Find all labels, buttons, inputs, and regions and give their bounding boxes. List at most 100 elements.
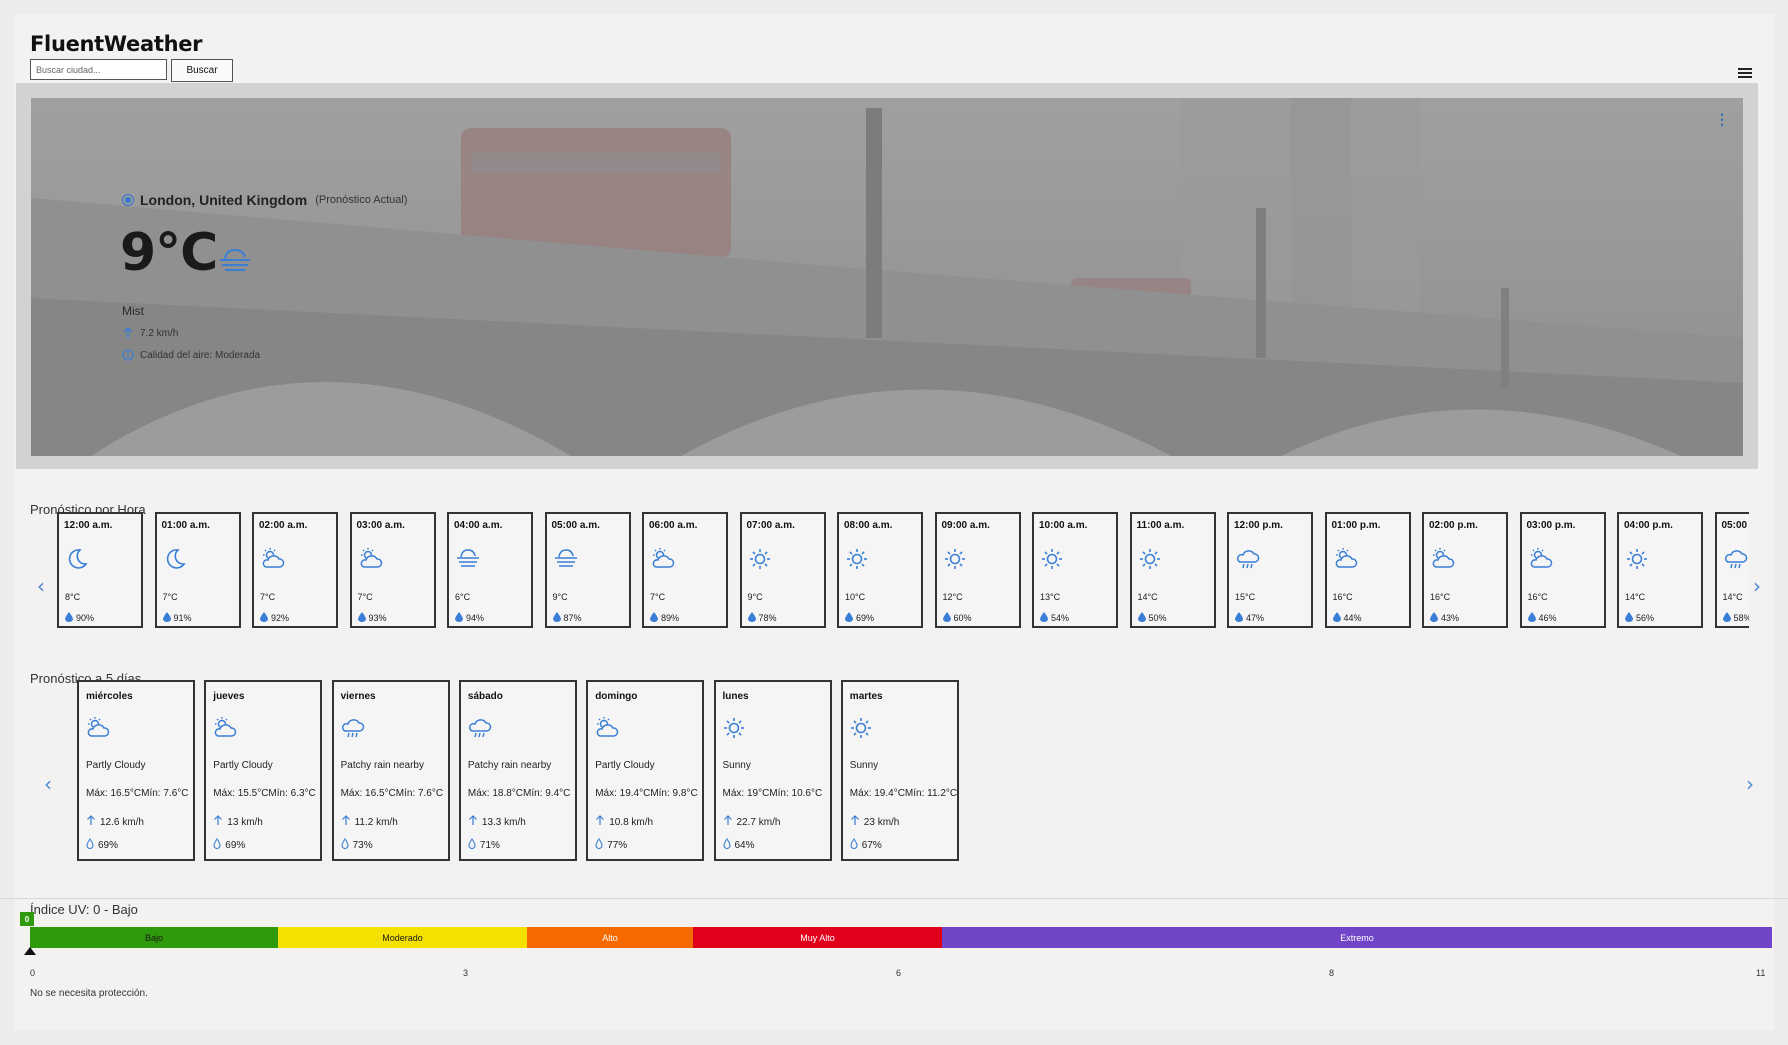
hourly-temp: 9°C bbox=[747, 592, 763, 602]
info-icon bbox=[122, 349, 134, 361]
hourly-humidity: 43% bbox=[1430, 612, 1459, 624]
current-condition: Mist bbox=[122, 304, 144, 318]
hourly-time: 06:00 a.m. bbox=[649, 520, 698, 531]
humidity-icon bbox=[1722, 612, 1731, 624]
partly-cloudy-icon bbox=[358, 547, 384, 576]
daily-minmax: Máx: 19°CMín: 10.6°C bbox=[722, 788, 823, 799]
hourly-humidity-value: 54% bbox=[1051, 613, 1070, 623]
partly-cloudy-icon bbox=[1430, 547, 1456, 576]
hourly-temp: 10°C bbox=[845, 592, 866, 602]
current-wind-value: 7.2 km/h bbox=[140, 327, 179, 339]
hourly-humidity: 91% bbox=[162, 612, 192, 624]
daily-card[interactable]: domingo Partly Cloudy Máx: 19.4°CMín: 9.8°… bbox=[586, 680, 705, 861]
hourly-humidity-value: 89% bbox=[661, 613, 680, 623]
daily-wind: 13 km/h bbox=[213, 815, 263, 829]
daily-condition: Patchy rain nearby bbox=[340, 760, 424, 771]
daily-condition: Partly Cloudy bbox=[213, 760, 273, 771]
daily-humidity: 64% bbox=[722, 838, 755, 852]
hourly-humidity: 47% bbox=[1235, 612, 1264, 624]
hourly-time: 04:00 a.m. bbox=[454, 520, 503, 531]
sun-icon bbox=[1040, 547, 1064, 576]
daily-wind: 13.3 km/h bbox=[468, 815, 526, 829]
hourly-card[interactable]: 02:00 a.m. 7°C 92% bbox=[252, 512, 338, 628]
hourly-card[interactable]: 05:00 a.m. 9°C 87% bbox=[544, 512, 631, 628]
sun-icon bbox=[849, 716, 873, 745]
hourly-card[interactable]: 09:00 a.m. 12°C 60% bbox=[934, 512, 1021, 628]
hourly-card[interactable]: 06:00 a.m. 7°C 89% bbox=[642, 512, 728, 628]
app-title: FluentWeather bbox=[30, 32, 203, 56]
hourly-card[interactable]: 04:00 a.m. 6°C 94% bbox=[447, 512, 533, 628]
daily-wind: 12.6 km/h bbox=[86, 815, 144, 829]
hourly-card[interactable]: 05:00 p.m. 14°C 58% bbox=[1714, 512, 1749, 628]
more-options-icon[interactable]: ⋮ bbox=[1715, 112, 1729, 126]
humidity-icon bbox=[1040, 612, 1048, 624]
hourly-temp: 14°C bbox=[1722, 592, 1743, 602]
daily-card[interactable]: sábado Patchy rain nearby Máx: 18.8°CMín: … bbox=[458, 680, 577, 861]
uv-segment: Bajo bbox=[30, 927, 278, 948]
wind-arrow-icon bbox=[123, 327, 133, 338]
daily-humidity-value: 69% bbox=[225, 839, 246, 851]
daily-next-arrow[interactable]: › bbox=[1746, 772, 1754, 796]
daily-minmax: Máx: 18.8°CMín: 9.4°C bbox=[467, 788, 571, 799]
mist-icon bbox=[217, 244, 253, 279]
hourly-temp: 14°C bbox=[1137, 592, 1158, 602]
hourly-humidity: 94% bbox=[455, 612, 484, 624]
search-input[interactable] bbox=[30, 59, 167, 80]
hourly-time: 01:00 a.m. bbox=[161, 520, 210, 531]
daily-condition: Partly Cloudy bbox=[595, 760, 655, 771]
hourly-temp: 15°C bbox=[1235, 592, 1256, 602]
humidity-icon bbox=[1625, 612, 1633, 624]
hourly-temp: 13°C bbox=[1040, 592, 1061, 602]
hourly-card[interactable]: 12:00 p.m. 15°C 47% bbox=[1227, 512, 1313, 628]
hourly-time: 05:00 a.m. bbox=[551, 520, 600, 531]
humidity-icon bbox=[595, 838, 603, 852]
hourly-card[interactable]: 10:00 a.m. 13°C 54% bbox=[1032, 512, 1118, 628]
uv-marker: 0 bbox=[20, 912, 34, 926]
hourly-card[interactable]: 03:00 p.m. 16°C 46% bbox=[1519, 512, 1606, 628]
daily-card[interactable]: jueves Partly Cloudy Máx: 15.5°CMín: 6.3°C… bbox=[204, 680, 323, 861]
hourly-humidity: 56% bbox=[1625, 612, 1654, 624]
hourly-temp: 14°C bbox=[1625, 592, 1646, 602]
daily-wind-value: 13.3 km/h bbox=[481, 816, 526, 828]
humidity-icon bbox=[722, 838, 731, 852]
location-note: (Pronóstico Actual) bbox=[315, 194, 408, 206]
hourly-humidity-value: 78% bbox=[758, 613, 777, 623]
humidity-icon bbox=[341, 838, 349, 852]
daily-card[interactable]: lunes Sunny Máx: 19°CMín: 10.6°C 22.7 km/h 6… bbox=[713, 680, 832, 861]
humidity-icon bbox=[65, 612, 73, 624]
hourly-next-arrow[interactable]: › bbox=[1753, 574, 1761, 598]
uv-segment: Muy Alto bbox=[693, 927, 942, 948]
daily-card[interactable]: miércoles Partly Cloudy Máx: 16.5°CMín: 7.… bbox=[77, 680, 195, 861]
daily-day: martes bbox=[849, 691, 883, 702]
daily-prev-arrow[interactable]: ‹ bbox=[44, 772, 52, 796]
hourly-temp: 12°C bbox=[942, 592, 963, 602]
hourly-card[interactable]: 07:00 a.m. 9°C 78% bbox=[739, 512, 826, 628]
daily-card[interactable]: viernes Patchy rain nearby Máx: 16.5°CMín:… bbox=[331, 680, 450, 861]
mist-icon bbox=[455, 547, 481, 574]
hamburger-icon[interactable] bbox=[1738, 68, 1752, 78]
hourly-humidity-value: 60% bbox=[953, 613, 972, 623]
hourly-card[interactable]: 11:00 a.m. 14°C 50% bbox=[1129, 512, 1216, 628]
hourly-card[interactable]: 12:00 a.m. 8°C 90% bbox=[57, 512, 143, 628]
hourly-temp: 9°C bbox=[552, 592, 568, 602]
uv-note: No se necesita protección. bbox=[30, 988, 148, 999]
daily-day: domingo bbox=[595, 691, 638, 702]
daily-card[interactable]: martes Sunny Máx: 19.4°CMín: 11.2°C 23 km/h… bbox=[840, 680, 959, 861]
partly-cloudy-icon bbox=[260, 547, 286, 576]
wind-arrow-icon bbox=[213, 815, 223, 829]
air-quality-value: Calidad del aire: Moderada bbox=[140, 349, 261, 361]
hourly-card[interactable]: 02:00 p.m. 16°C 43% bbox=[1422, 512, 1508, 628]
hourly-card[interactable]: 04:00 p.m. 14°C 56% bbox=[1617, 512, 1703, 628]
air-quality: Calidad del aire: Moderada bbox=[122, 349, 260, 361]
hourly-card[interactable]: 01:00 p.m. 16°C 44% bbox=[1324, 512, 1411, 628]
rain-icon bbox=[467, 716, 493, 745]
uv-segment: Alto bbox=[527, 927, 693, 948]
hourly-card[interactable]: 03:00 a.m. 7°C 93% bbox=[349, 512, 436, 628]
uv-title: Índice UV: 0 - Bajo bbox=[30, 902, 138, 917]
sun-icon bbox=[1138, 547, 1162, 576]
search-button[interactable]: Buscar bbox=[171, 59, 233, 82]
hourly-card[interactable]: 08:00 a.m. 10°C 69% bbox=[837, 512, 923, 628]
hourly-card[interactable]: 01:00 a.m. 7°C 91% bbox=[154, 512, 241, 628]
daily-wind-value: 22.7 km/h bbox=[736, 816, 781, 828]
hourly-time: 07:00 a.m. bbox=[746, 520, 795, 531]
